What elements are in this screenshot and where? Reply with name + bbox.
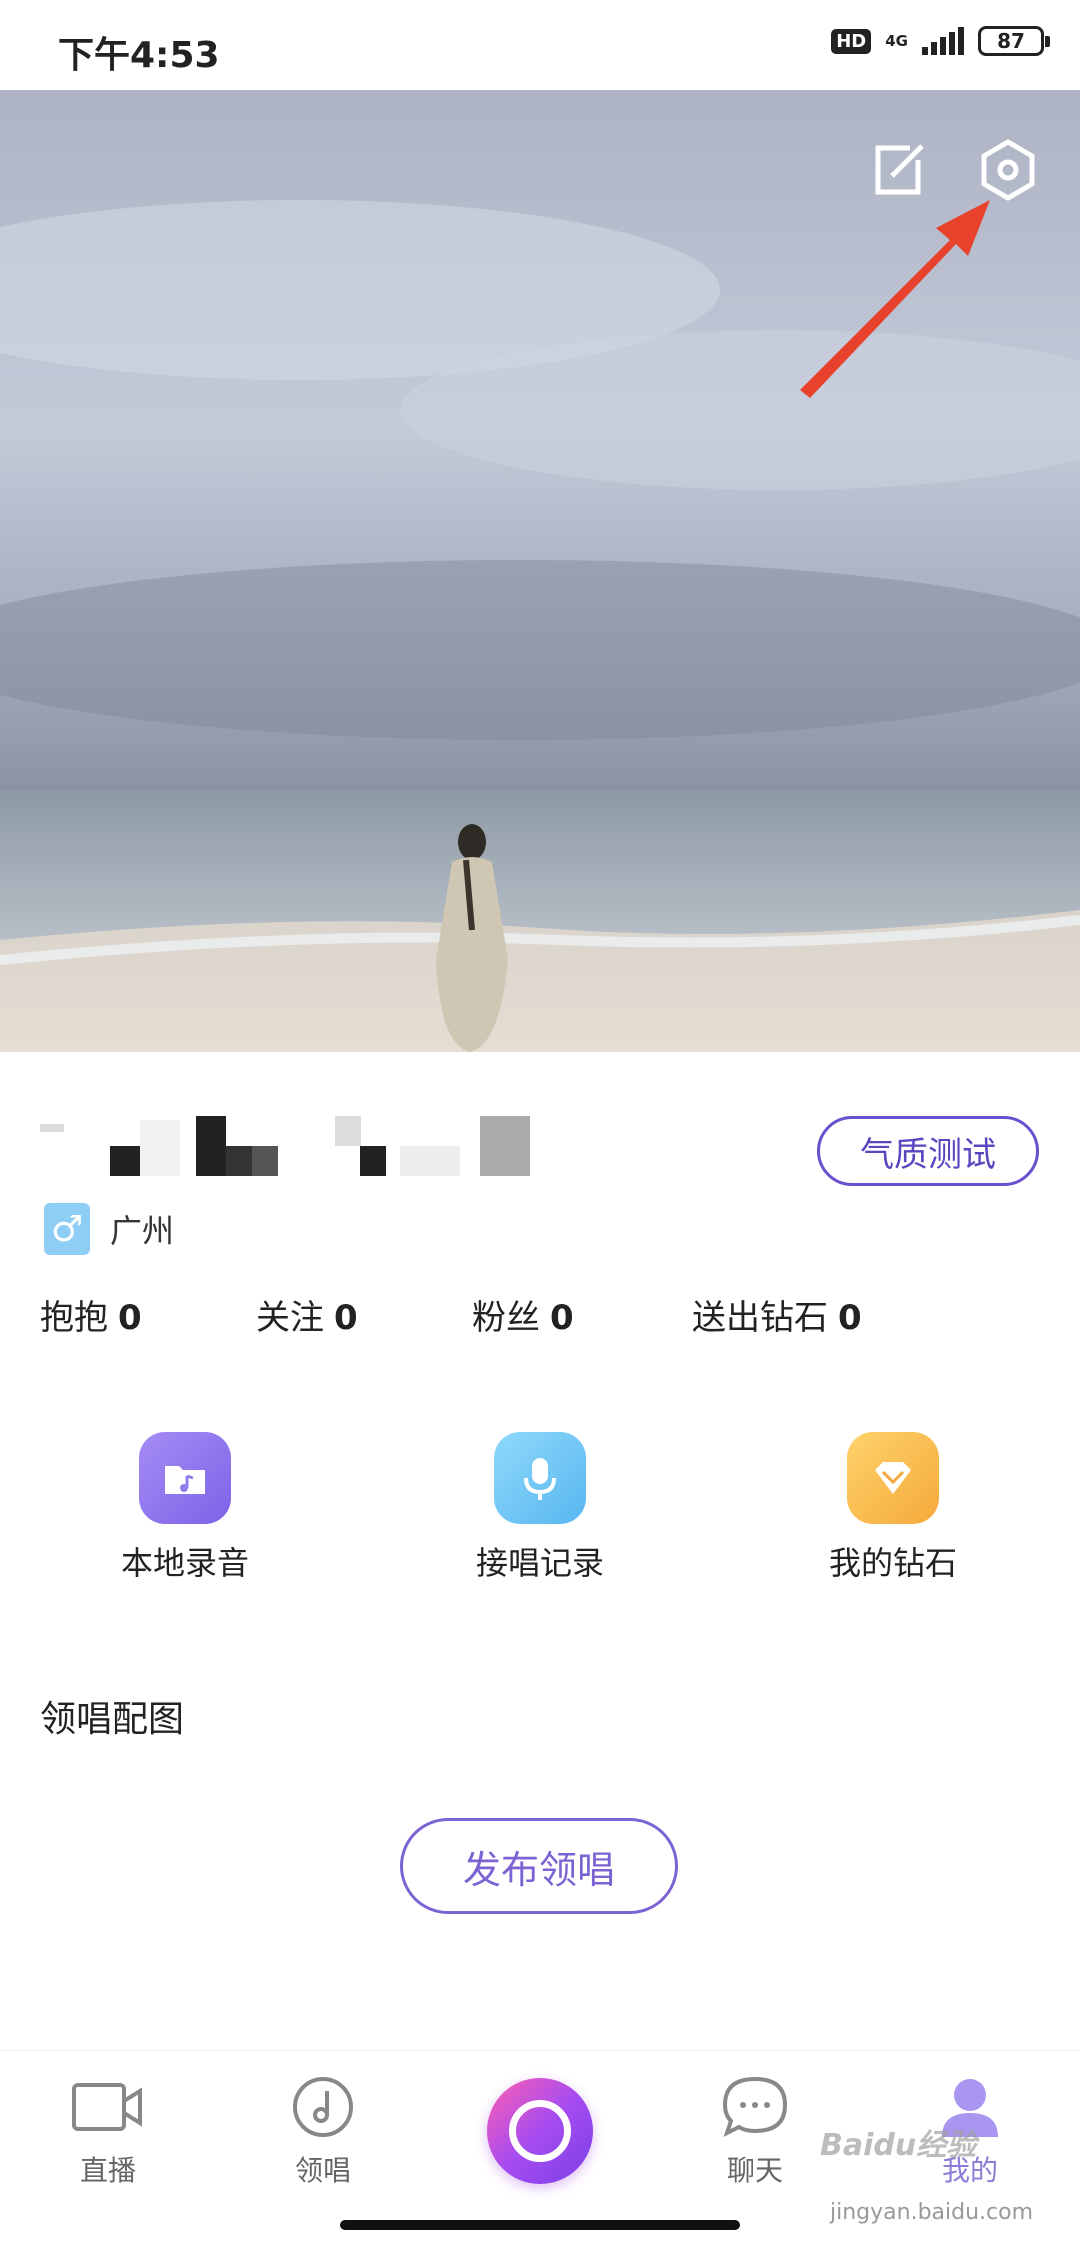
battery-level: 87: [997, 29, 1025, 53]
sing-records-button[interactable]: 接唱记录: [440, 1432, 640, 1584]
stat-followers[interactable]: 粉丝 0: [472, 1290, 574, 1339]
my-diamonds-button[interactable]: 我的钻石: [793, 1432, 993, 1584]
music-note-icon: [293, 2077, 353, 2137]
local-recordings-button[interactable]: 本地录音: [85, 1432, 285, 1584]
video-camera-icon: [72, 2083, 142, 2131]
stat-label: 送出钻石: [692, 1298, 828, 1338]
feature-shortcuts: 本地录音 接唱记录 我的钻石: [0, 1432, 1080, 1582]
diamond-icon: [847, 1432, 939, 1524]
settings-button[interactable]: [968, 130, 1048, 210]
pixelated-username: [40, 1116, 530, 1176]
stat-label: 粉丝: [472, 1298, 540, 1338]
edit-icon: [875, 144, 924, 195]
battery-icon: 87: [978, 26, 1050, 56]
cover-photo[interactable]: [0, 90, 1080, 1052]
city-label: 广州: [110, 1212, 175, 1250]
tab-live[interactable]: 直播: [33, 2075, 183, 2189]
home-indicator[interactable]: [340, 2220, 740, 2230]
tab-chat[interactable]: 聊天: [680, 2075, 830, 2189]
stat-value: 0: [550, 1298, 574, 1338]
beach-cover-image: [0, 90, 1080, 1052]
gender-location-row: ♂ 广州: [44, 1203, 174, 1255]
stat-label: 关注: [256, 1298, 324, 1338]
feature-label: 接唱记录: [475, 1544, 604, 1582]
publish-lead-button[interactable]: 发布领唱: [400, 1818, 678, 1914]
stat-label: 抱抱: [40, 1298, 108, 1338]
stat-diamonds-sent[interactable]: 送出钻石 0: [692, 1290, 862, 1339]
status-icons: HD 4G 87: [831, 26, 1050, 56]
tab-label: 聊天: [726, 2154, 783, 2187]
quality-test-button[interactable]: 气质测试: [817, 1116, 1039, 1186]
microphone-icon: [494, 1432, 586, 1524]
hd-icon: HD: [831, 28, 872, 54]
watermark-url: jingyan.baidu.com: [830, 2200, 1034, 2225]
male-icon: ♂: [44, 1203, 90, 1255]
tab-lead-sing[interactable]: 领唱: [248, 2075, 398, 2189]
chat-bubble-icon: [722, 2076, 788, 2137]
stat-value: 0: [838, 1298, 862, 1338]
status-time: 下午4:53: [58, 35, 220, 76]
username-redacted: [40, 1110, 560, 1190]
edit-profile-button[interactable]: [858, 130, 938, 210]
stat-hugs[interactable]: 抱抱 0: [40, 1290, 142, 1339]
gear-icon: [981, 139, 1035, 201]
stat-value: 0: [118, 1298, 142, 1338]
stat-following[interactable]: 关注 0: [256, 1290, 358, 1339]
section-title: 领唱配图: [40, 1699, 185, 1740]
stat-value: 0: [334, 1298, 358, 1338]
record-button-icon: [509, 2100, 571, 2162]
status-bar: 下午4:53 HD 4G 87: [0, 0, 1080, 90]
stats-row: 抱抱 0 关注 0 粉丝 0 送出钻石 0: [40, 1290, 1040, 1340]
record-button[interactable]: [487, 2078, 593, 2184]
feature-label: 我的钻石: [828, 1544, 957, 1582]
tab-label: 直播: [79, 2154, 136, 2187]
music-folder-icon: [139, 1432, 231, 1524]
watermark-brand: Baidu经验: [820, 2128, 977, 2163]
feature-label: 本地录音: [120, 1544, 249, 1582]
signal-icon: [922, 27, 964, 55]
tab-label: 领唱: [294, 2154, 351, 2187]
network-type: 4G: [885, 32, 908, 50]
